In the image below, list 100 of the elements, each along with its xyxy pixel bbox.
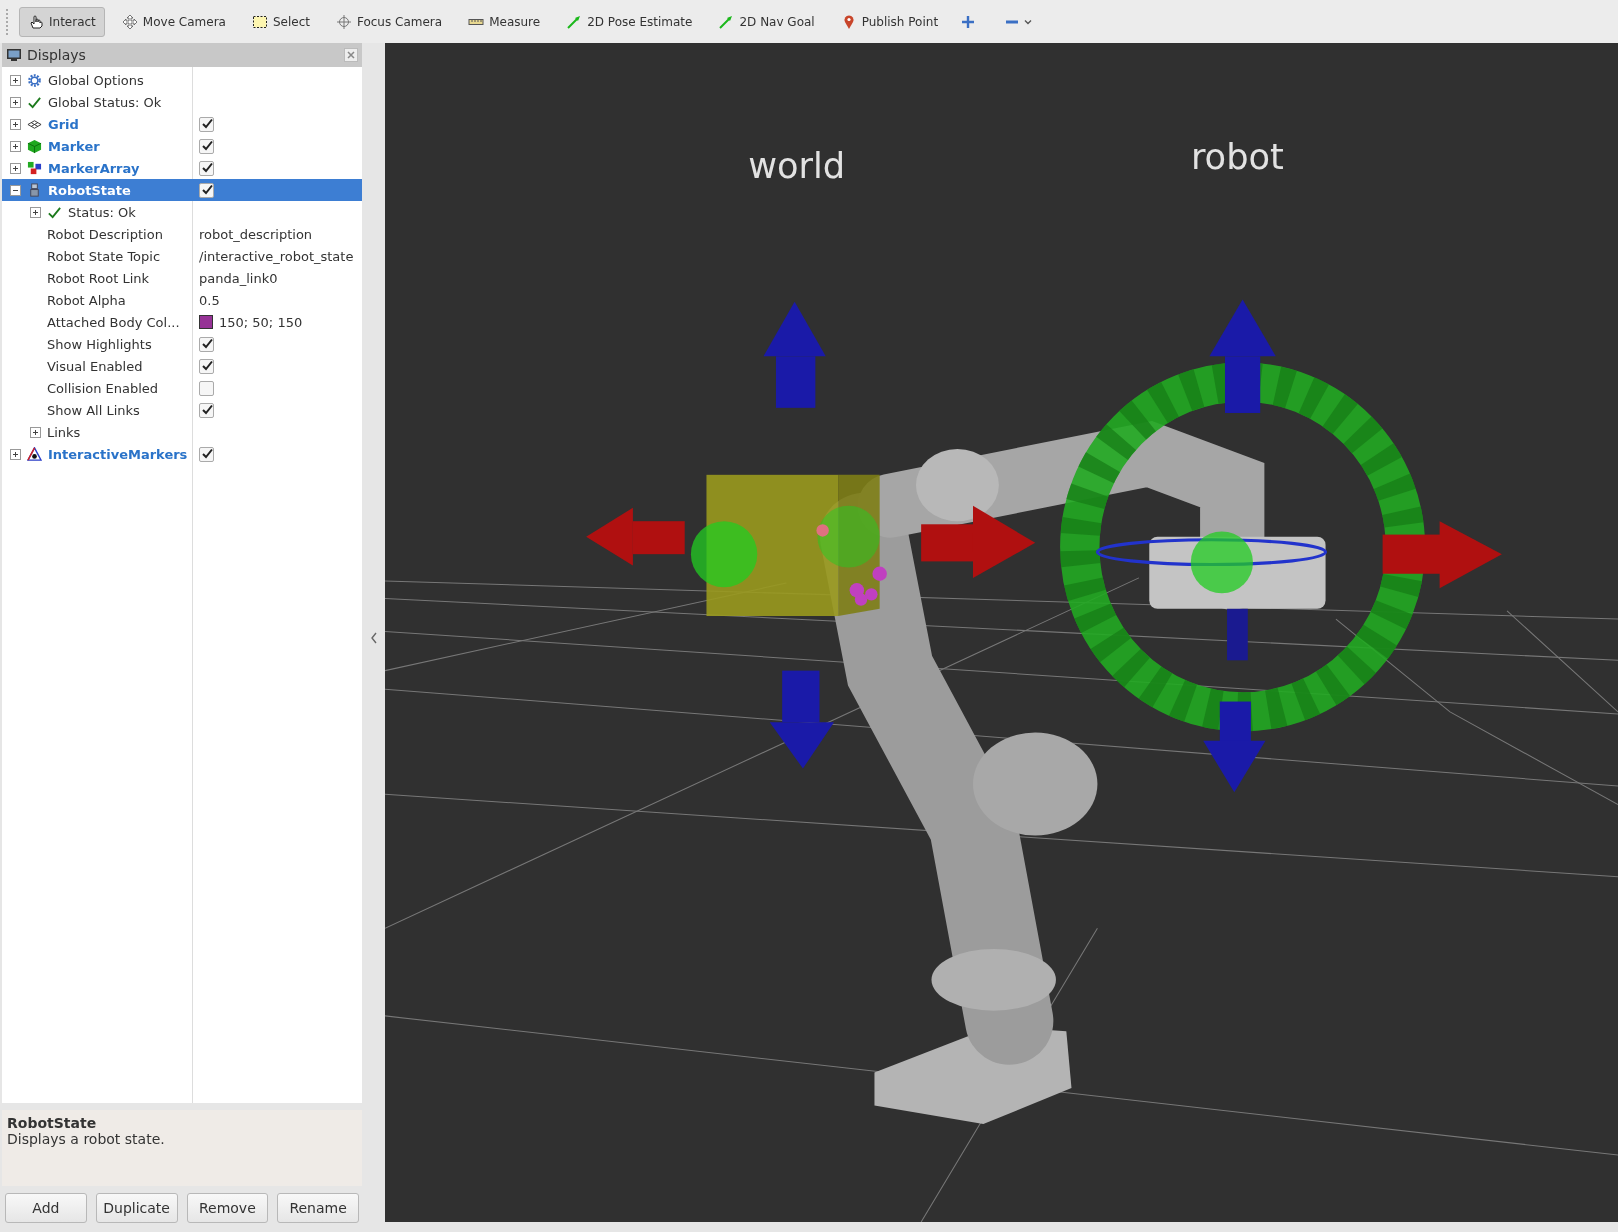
robot-icon — [27, 182, 42, 198]
arrow-handle[interactable] — [1203, 701, 1266, 793]
tree-row[interactable]: Marker — [2, 135, 362, 157]
tree-label: MarkerArray — [48, 160, 140, 176]
tree-label: Visual Enabled — [47, 358, 143, 374]
sphere-marker[interactable] — [1190, 531, 1253, 594]
tree-row[interactable]: Links — [2, 421, 362, 443]
arrow-handle[interactable] — [586, 507, 685, 566]
arrow-handle[interactable] — [763, 301, 826, 408]
tool-button[interactable]: Publish Point — [831, 6, 948, 37]
tree-label: Global Status: Ok — [48, 94, 162, 110]
property-value: /interactive_robot_state — [199, 248, 354, 264]
crosshair-icon — [335, 13, 352, 30]
description-text: Displays a robot state. — [7, 1131, 166, 1147]
checkmark-icon — [47, 204, 62, 220]
tree-row[interactable]: Attached Body Col... 150; 50; 150 — [2, 311, 362, 333]
frame-label: robot — [1190, 135, 1284, 177]
cubes-icon — [27, 160, 42, 176]
expander-icon[interactable] — [30, 426, 41, 438]
rotation-ring[interactable] — [1060, 362, 1426, 732]
checkbox[interactable] — [199, 446, 214, 462]
tree-row[interactable]: Global Status: Ok — [2, 91, 362, 113]
checkbox[interactable] — [199, 182, 214, 198]
tree-row[interactable]: InteractiveMarkers — [2, 443, 362, 465]
tool-button[interactable]: Move Camera — [112, 6, 235, 37]
arrow-handle[interactable] — [1382, 521, 1502, 589]
3d-viewport[interactable]: world robot — [385, 43, 1618, 1222]
tree-label: Robot Alpha — [47, 292, 126, 308]
tree-row[interactable]: Robot Alpha 0.5 — [2, 289, 362, 311]
panel-button[interactable]: Add — [5, 1193, 87, 1223]
tree-row[interactable]: Robot Root Link panda_link0 — [2, 267, 362, 289]
checkbox[interactable] — [199, 358, 214, 374]
tool-button[interactable]: 2D Nav Goal — [709, 6, 824, 37]
tree-row[interactable]: Collision Enabled — [2, 377, 362, 399]
tree-label: RobotState — [48, 182, 131, 198]
checkbox[interactable] — [199, 160, 214, 176]
panel-button[interactable]: Remove — [186, 1193, 269, 1223]
expander-icon[interactable] — [10, 140, 21, 152]
expander-icon[interactable] — [10, 162, 21, 174]
checkbox[interactable] — [199, 138, 214, 154]
expander-icon[interactable] — [10, 184, 21, 196]
panel-button[interactable]: Duplicate — [95, 1193, 178, 1223]
expander-icon[interactable] — [10, 74, 21, 86]
checkbox[interactable] — [199, 116, 214, 132]
expander-icon[interactable] — [10, 118, 21, 130]
sphere-marker[interactable] — [690, 521, 758, 588]
triangle-axes-icon — [27, 446, 42, 462]
panel-button[interactable]: Rename — [277, 1193, 359, 1223]
monitor-icon — [6, 47, 22, 63]
color-swatch[interactable] — [199, 315, 213, 329]
expander-icon[interactable] — [10, 96, 21, 108]
arrow-icon — [718, 13, 735, 30]
tree-row[interactable]: Visual Enabled — [2, 355, 362, 377]
tool-button[interactable]: 2D Pose Estimate — [557, 6, 702, 37]
checkmark-icon — [27, 94, 42, 110]
tree-label: Marker — [48, 138, 100, 154]
move-arrows-icon — [121, 13, 138, 30]
hand-icon — [28, 13, 44, 30]
tool-button[interactable]: Measure — [459, 6, 550, 37]
checkbox[interactable] — [199, 336, 214, 352]
close-button[interactable] — [344, 48, 358, 62]
tool-button[interactable]: Select — [242, 6, 319, 37]
tree-row[interactable]: MarkerArray — [2, 157, 362, 179]
tree-label: Show All Links — [47, 402, 140, 418]
tree-row[interactable]: Global Options — [2, 69, 362, 91]
tree-label: Robot Root Link — [47, 270, 150, 286]
arrow-handle[interactable] — [1209, 299, 1276, 413]
tree-label: Status: Ok — [68, 204, 136, 220]
tree-row[interactable]: RobotState — [2, 179, 362, 201]
tree-row[interactable]: Status: Ok — [2, 201, 362, 223]
tree-row[interactable]: Show Highlights — [2, 333, 362, 355]
checkbox[interactable] — [199, 380, 214, 396]
tree-label: Show Highlights — [47, 336, 152, 352]
tree-row[interactable]: Grid — [2, 113, 362, 135]
selection-box-icon — [251, 13, 268, 30]
tree-label: Grid — [48, 116, 79, 132]
tree-label: InteractiveMarkers — [48, 446, 188, 462]
gear-icon — [27, 72, 42, 88]
expander-icon[interactable] — [30, 206, 41, 218]
expander-icon[interactable] — [10, 448, 21, 460]
add-tool-icon[interactable] — [961, 14, 976, 29]
tree-row[interactable]: Robot State Topic /interactive_robot_state — [2, 245, 362, 267]
arrow-icon — [566, 13, 583, 30]
tree-row[interactable]: Show All Links — [2, 399, 362, 421]
sphere-marker[interactable] — [817, 505, 880, 568]
tree-label: Global Options — [48, 72, 144, 88]
arrow-handle[interactable] — [769, 670, 834, 769]
tool-button[interactable]: Focus Camera — [326, 6, 452, 37]
description-title: RobotState — [7, 1115, 98, 1131]
tool-button[interactable]: Interact — [19, 6, 105, 37]
tree-label: Robot Description — [47, 226, 163, 242]
gripper-finger — [1227, 608, 1248, 661]
tree-row[interactable]: Robot Description robot_description — [2, 223, 362, 245]
frame-label: world — [748, 145, 846, 186]
checkbox[interactable] — [199, 402, 214, 418]
property-value: panda_link0 — [199, 270, 278, 286]
collapse-icon[interactable] — [369, 631, 378, 644]
arrow-handle[interactable] — [921, 505, 1036, 578]
tree-label: Links — [47, 424, 81, 440]
panel-title: Displays — [27, 47, 87, 63]
